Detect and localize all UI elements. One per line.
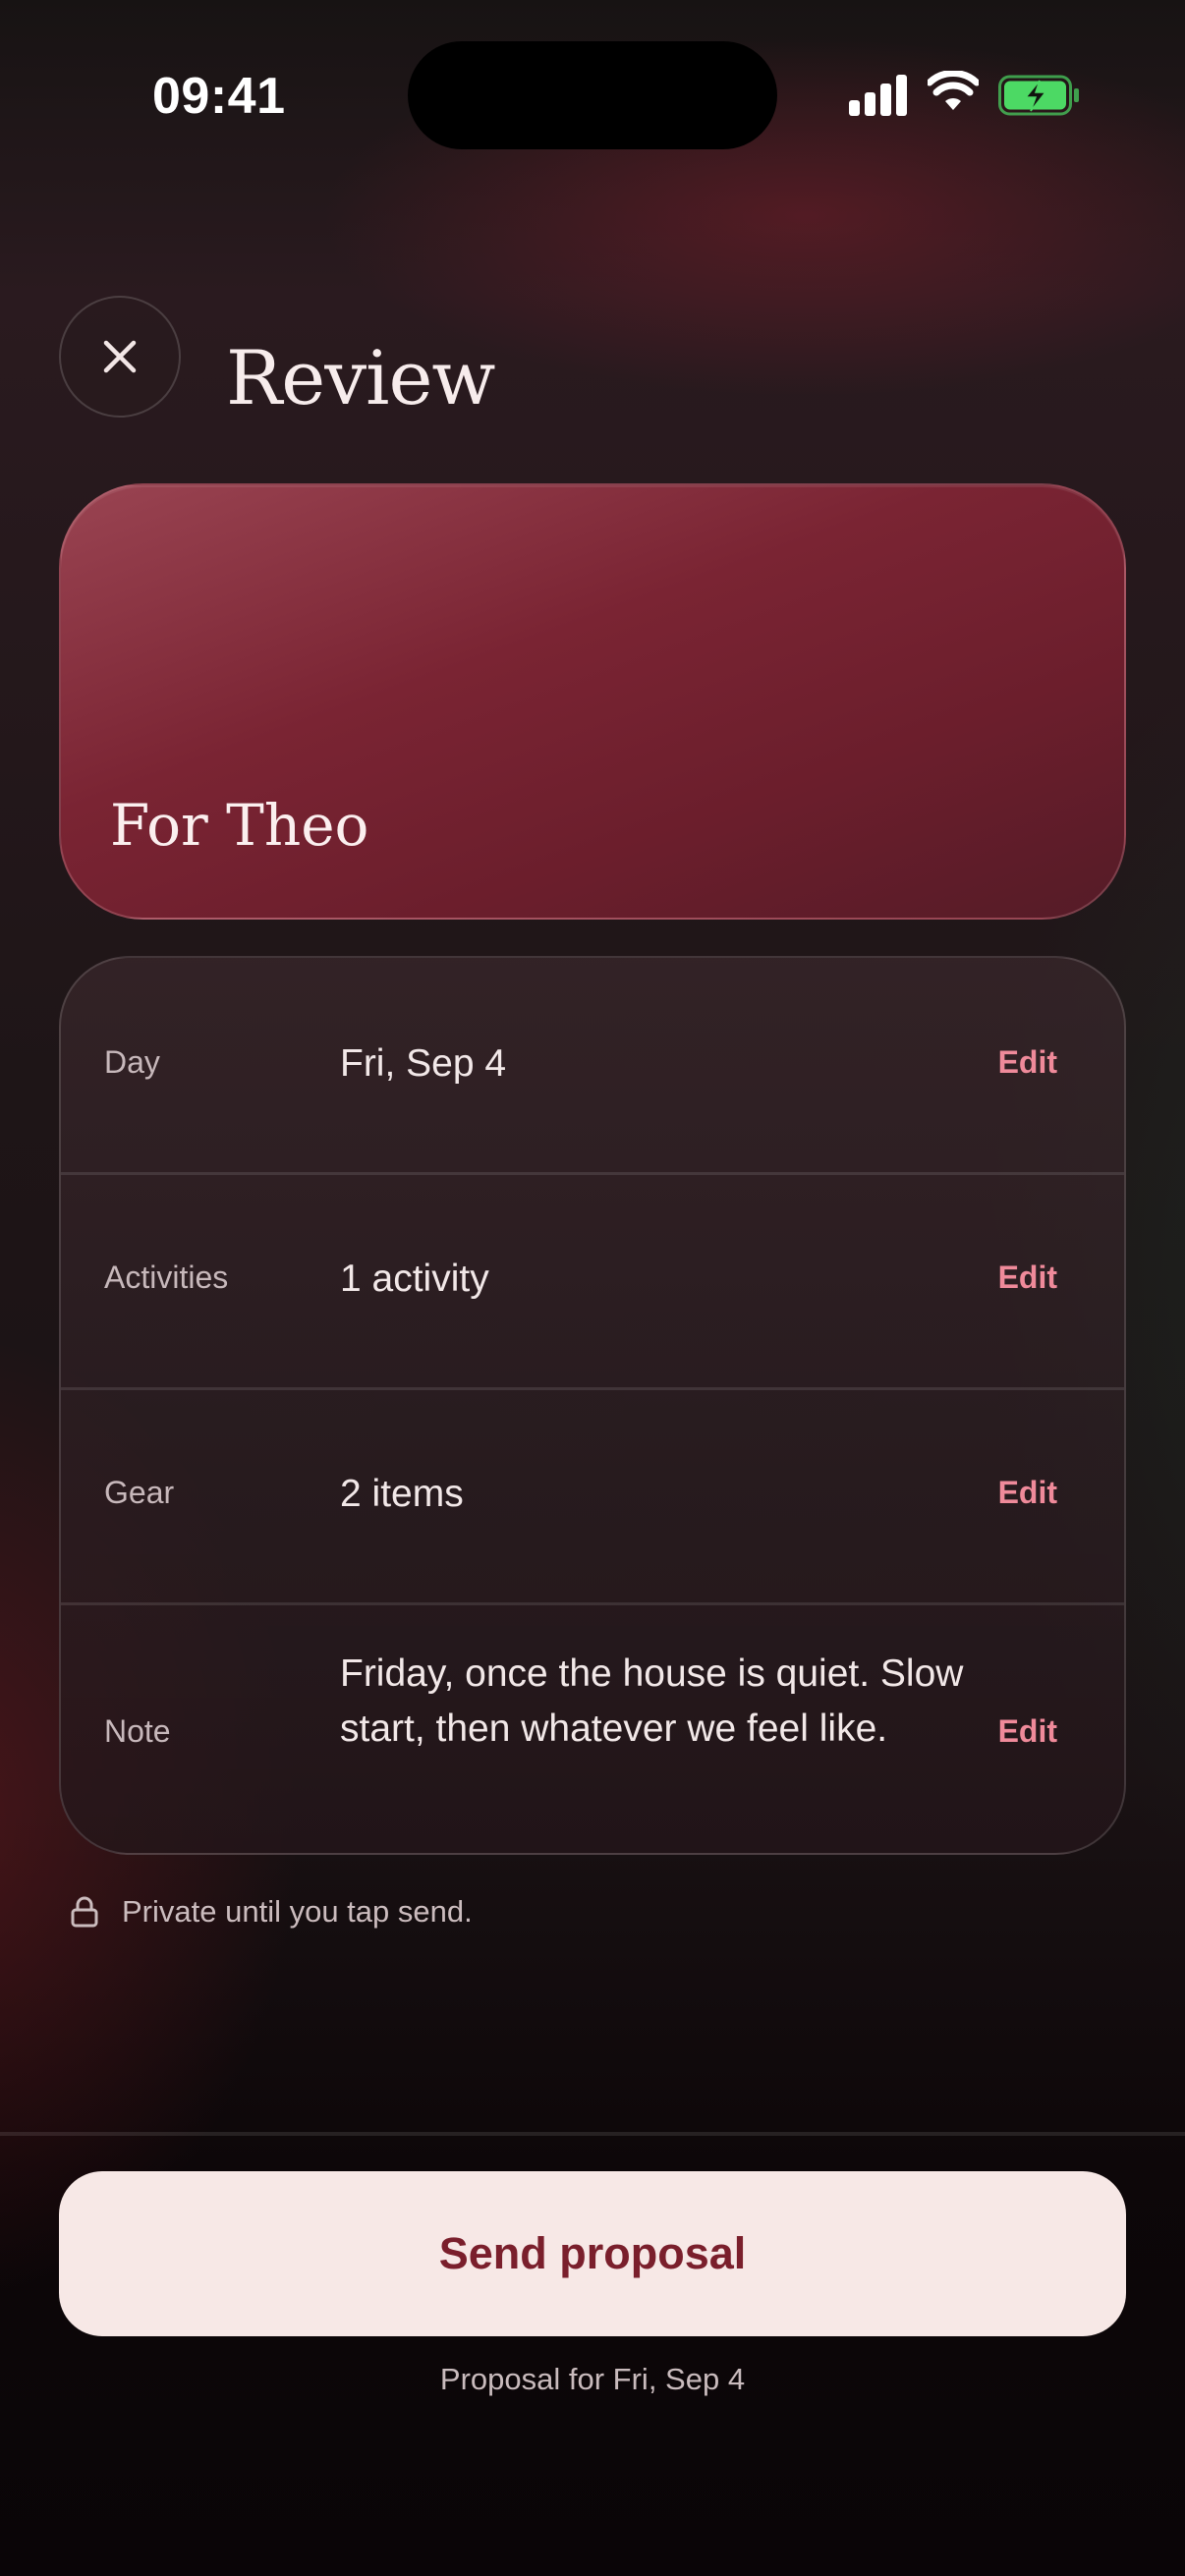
proposal-summary: Proposal for Fri, Sep 4 xyxy=(439,2362,746,2396)
close-icon xyxy=(103,340,137,373)
row-label: Activities xyxy=(104,1260,229,1295)
battery-charging-icon xyxy=(998,75,1079,116)
privacy-note: Private until you tap send. xyxy=(71,1894,473,1930)
edit-activities-button[interactable]: Edit xyxy=(998,1260,1057,1296)
dynamic-island xyxy=(408,41,777,149)
status-time: 09:41 xyxy=(152,68,286,125)
edit-note-button[interactable]: Edit xyxy=(998,1713,1057,1750)
page-title: Review xyxy=(226,334,495,421)
recipient-card: For Theo xyxy=(59,483,1126,920)
close-button[interactable] xyxy=(59,296,181,418)
privacy-text: Private until you tap send. xyxy=(122,1894,473,1929)
details-card: Day Fri, Sep 4 Edit Activities 1 activit… xyxy=(59,956,1126,1855)
row-value: 2 items xyxy=(340,1473,464,1515)
status-bar: 09:41 xyxy=(0,0,1185,187)
detail-row-note: Note Friday, once the house is quiet. Sl… xyxy=(61,1605,1124,1853)
wifi-icon xyxy=(928,71,979,110)
detail-row-gear: Gear 2 items Edit xyxy=(61,1390,1124,1602)
row-value: Friday, once the house is quiet. Slow st… xyxy=(340,1652,964,1750)
recipient-title: For Theo xyxy=(110,792,369,859)
edit-day-button[interactable]: Edit xyxy=(998,1044,1057,1081)
send-proposal-label: Send proposal xyxy=(438,2228,747,2278)
detail-row-day: Day Fri, Sep 4 Edit xyxy=(61,958,1124,1172)
row-label: Note xyxy=(104,1713,171,1749)
row-label: Gear xyxy=(104,1475,175,1510)
bottom-divider xyxy=(0,2132,1185,2136)
row-label: Day xyxy=(104,1044,160,1080)
row-value: 1 activity xyxy=(340,1258,489,1300)
lock-icon xyxy=(71,1896,98,1928)
signal-icon xyxy=(849,75,907,116)
edit-gear-button[interactable]: Edit xyxy=(998,1475,1057,1511)
send-proposal-button[interactable]: Send proposal xyxy=(59,2171,1126,2336)
detail-row-activities: Activities 1 activity Edit xyxy=(61,1175,1124,1387)
row-value: Fri, Sep 4 xyxy=(340,1042,507,1085)
